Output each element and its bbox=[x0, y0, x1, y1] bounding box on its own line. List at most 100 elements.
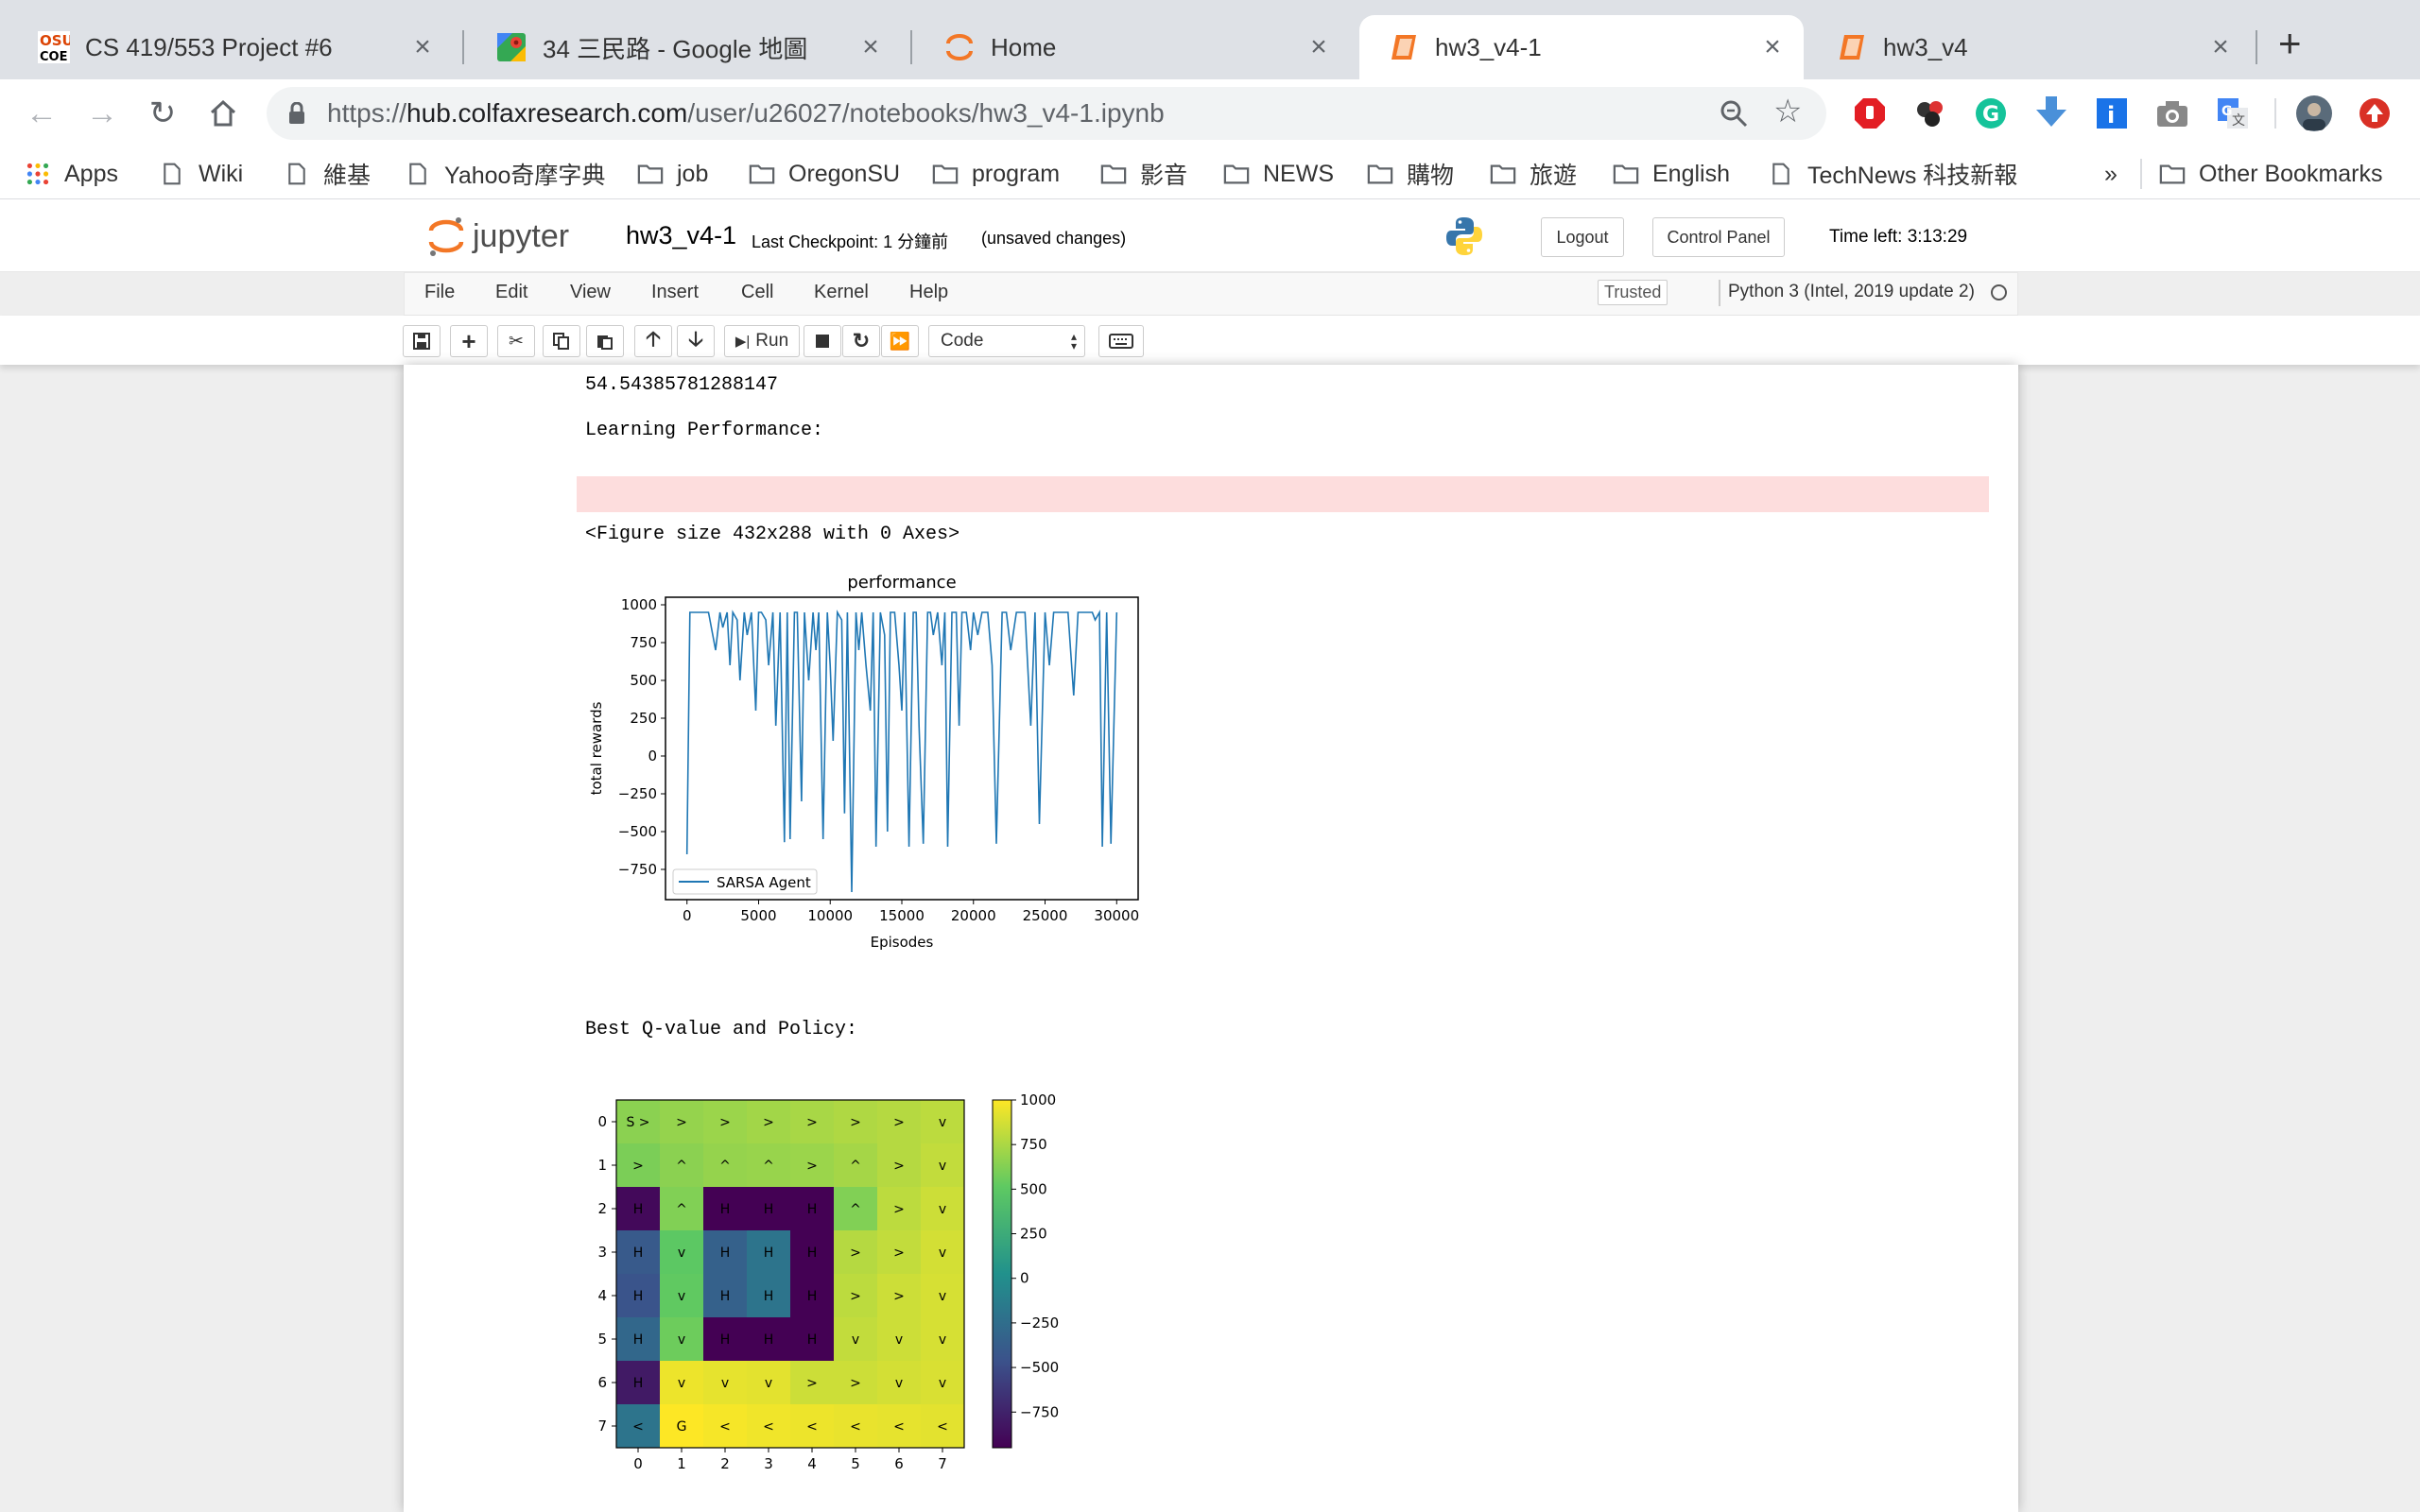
close-icon[interactable]: × bbox=[1306, 31, 1331, 63]
trusted-indicator[interactable]: Trusted bbox=[1598, 280, 1668, 305]
jupyter-logo[interactable]: jupyter bbox=[427, 215, 569, 257]
menu-file[interactable]: File bbox=[424, 282, 455, 303]
browser-tab[interactable]: hw3_v4 × bbox=[1807, 15, 2252, 79]
home-icon[interactable] bbox=[200, 91, 246, 136]
menu-insert[interactable]: Insert bbox=[651, 282, 699, 303]
y-tick-label: 1 bbox=[597, 1157, 607, 1174]
url-text[interactable]: https://hub.colfaxresearch.com/user/u260… bbox=[327, 98, 1165, 129]
colorbar-tick-label: 250 bbox=[1020, 1226, 1047, 1243]
y-axis-label: total rewards bbox=[588, 701, 605, 795]
restart-run-all-icon[interactable]: ⏩ bbox=[881, 325, 919, 357]
bookmark-wiki[interactable]: Wiki bbox=[159, 155, 243, 193]
logout-button[interactable]: Logout bbox=[1541, 217, 1624, 257]
y-tick-label: 1000 bbox=[621, 596, 657, 613]
x-tick-label: 4 bbox=[807, 1455, 817, 1472]
cell-policy-label: H bbox=[720, 1289, 731, 1304]
bookmark-media[interactable]: 影音 bbox=[1100, 155, 1187, 193]
menu-help[interactable]: Help bbox=[909, 282, 948, 303]
extension-balls-icon[interactable] bbox=[1913, 96, 1947, 130]
cut-icon[interactable]: ✂ bbox=[497, 325, 535, 357]
save-icon[interactable] bbox=[403, 325, 441, 357]
address-bar[interactable]: https://hub.colfaxresearch.com/user/u260… bbox=[267, 87, 1826, 140]
move-down-icon[interactable]: 🡣 bbox=[677, 325, 715, 357]
profile-avatar[interactable] bbox=[2295, 94, 2333, 132]
colorbar-tick-label: −250 bbox=[1020, 1314, 1059, 1332]
bookmark-oregonsu[interactable]: OregonSU bbox=[749, 155, 900, 193]
bookmark-shopping[interactable]: 購物 bbox=[1367, 155, 1454, 193]
bookmark-program[interactable]: program bbox=[932, 155, 1060, 193]
bookmark-star-icon[interactable]: ☆ bbox=[1773, 93, 1802, 130]
cell-policy-label: v bbox=[939, 1289, 946, 1304]
keyboard-icon[interactable] bbox=[1098, 325, 1144, 357]
notebook-name[interactable]: hw3_v4-1 bbox=[626, 221, 736, 250]
menu-edit[interactable]: Edit bbox=[495, 282, 527, 303]
control-panel-button[interactable]: Control Panel bbox=[1652, 217, 1785, 257]
folder-icon bbox=[1100, 164, 1127, 184]
kernel-divider bbox=[1719, 280, 1720, 306]
x-tick-label: 7 bbox=[938, 1455, 947, 1472]
run-button[interactable]: ▶︎| Run bbox=[724, 325, 800, 357]
interrupt-icon[interactable] bbox=[804, 325, 841, 357]
bookmark-technews[interactable]: TechNews 科技新報 bbox=[1768, 155, 2017, 193]
cell-policy-label: v bbox=[939, 1332, 946, 1348]
copy-icon[interactable] bbox=[543, 325, 580, 357]
cell-type-value: Code bbox=[941, 331, 984, 351]
cell-type-select[interactable]: Code ▴ ▾ bbox=[928, 325, 1085, 357]
cell-policy-label: > bbox=[632, 1159, 644, 1174]
jupyter-logo-icon bbox=[428, 217, 464, 256]
bookmark-job[interactable]: job bbox=[637, 155, 708, 193]
bookmark-weiji[interactable]: 維基 bbox=[284, 155, 371, 193]
cell-policy-label: > bbox=[850, 1115, 861, 1130]
close-icon[interactable]: × bbox=[2208, 31, 2233, 63]
cell-policy-label: > bbox=[850, 1246, 861, 1261]
bookmark-other[interactable]: Other Bookmarks bbox=[2159, 155, 2383, 193]
bookmark-news[interactable]: NEWS bbox=[1223, 155, 1334, 193]
info-extension-icon[interactable]: i bbox=[2095, 96, 2129, 130]
browser-tab[interactable]: 34 三民路 - Google 地圖 × bbox=[467, 15, 902, 79]
tab-title: 34 三民路 - Google 地圖 bbox=[543, 34, 808, 63]
x-tick-label: 25000 bbox=[1023, 907, 1068, 924]
grammarly-icon[interactable]: G bbox=[1974, 96, 2008, 130]
cell-policy-label: < bbox=[937, 1419, 948, 1435]
close-icon[interactable]: × bbox=[410, 31, 435, 63]
cell-policy-label: H bbox=[807, 1332, 818, 1348]
download-arrow-icon[interactable] bbox=[2034, 94, 2068, 130]
menu-cell[interactable]: Cell bbox=[741, 282, 773, 303]
menu-view[interactable]: View bbox=[570, 282, 611, 303]
x-tick-label: 10000 bbox=[807, 907, 853, 924]
bookmark-apps[interactable]: Apps bbox=[25, 155, 118, 193]
browser-tab[interactable]: Home × bbox=[915, 15, 1350, 79]
paste-icon[interactable] bbox=[586, 325, 624, 357]
cell-policy-label: ^ bbox=[676, 1202, 687, 1217]
update-icon[interactable] bbox=[2358, 96, 2392, 130]
new-tab-button[interactable]: + bbox=[2278, 21, 2302, 66]
camera-icon[interactable] bbox=[2155, 98, 2189, 129]
menu-kernel[interactable]: Kernel bbox=[814, 282, 869, 303]
bookmark-yahoo-dict[interactable]: Yahoo奇摩字典 bbox=[405, 155, 605, 193]
close-icon[interactable]: × bbox=[858, 31, 883, 63]
zoom-icon[interactable] bbox=[1719, 98, 1749, 129]
cell-policy-label: ^ bbox=[850, 1159, 861, 1174]
bookmark-english[interactable]: English bbox=[1613, 155, 1730, 193]
forward-icon[interactable]: → bbox=[79, 91, 125, 136]
time-left: Time left: 3:13:29 bbox=[1829, 227, 1968, 247]
move-up-icon[interactable]: 🡡 bbox=[634, 325, 672, 357]
cell-policy-label: H bbox=[764, 1289, 774, 1304]
bookmark-travel[interactable]: 旅遊 bbox=[1490, 155, 1577, 193]
cell-policy-label: v bbox=[895, 1376, 903, 1391]
restart-icon[interactable]: ↻ bbox=[842, 325, 880, 357]
adblock-icon[interactable] bbox=[1853, 96, 1887, 130]
cell-policy-label: > bbox=[850, 1289, 861, 1304]
x-tick-label: 0 bbox=[633, 1455, 643, 1472]
insert-cell-icon[interactable]: + bbox=[450, 325, 488, 357]
browser-tab-active[interactable]: hw3_v4-1 × bbox=[1359, 15, 1804, 79]
bookmarks-overflow-button[interactable]: » bbox=[2104, 155, 2118, 193]
x-axis-label: Episodes bbox=[871, 934, 934, 951]
close-icon[interactable]: × bbox=[1760, 31, 1785, 63]
google-translate-icon[interactable]: G文 bbox=[2216, 96, 2250, 130]
reload-icon[interactable]: ↻ bbox=[140, 91, 185, 136]
back-icon[interactable]: ← bbox=[19, 91, 64, 136]
y-tick-label: 750 bbox=[630, 634, 657, 651]
browser-tab[interactable]: OSU COE CS 419/553 Project #6 × bbox=[9, 15, 454, 79]
cell-policy-label: > bbox=[763, 1115, 774, 1130]
